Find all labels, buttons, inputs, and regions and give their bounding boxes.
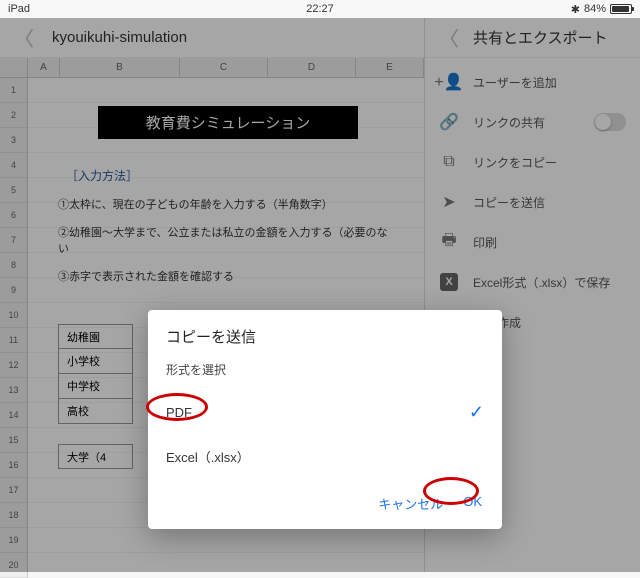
col-header[interactable]: A <box>28 58 60 77</box>
status-device: iPad <box>8 3 216 15</box>
table-cell[interactable]: 高校 <box>58 399 133 424</box>
back-button[interactable]: 〈 <box>12 26 36 50</box>
share-link-toggle[interactable] <box>594 113 626 131</box>
send-copy-dialog: コピーを送信 形式を選択 PDF ✓ Excel（.xlsx） キャンセル OK <box>148 310 502 529</box>
send-icon: ➤ <box>439 192 459 212</box>
option-label: Excel（.xlsx） <box>166 447 250 466</box>
menu-copy-link[interactable]: ⧉ リンクをコピー <box>425 142 640 182</box>
ok-button[interactable]: OK <box>463 494 482 513</box>
link-icon: 🔗 <box>439 112 459 132</box>
col-header[interactable]: B <box>60 58 180 77</box>
row-header[interactable]: 13 <box>0 378 28 403</box>
table-cell[interactable]: 幼稚園 <box>58 324 133 349</box>
row-header[interactable]: 17 <box>0 478 28 503</box>
menu-label: Excel形式（.xlsx）で保存 <box>473 274 610 291</box>
status-time: 22:27 <box>216 3 424 15</box>
col-header[interactable]: C <box>180 58 268 77</box>
row-header[interactable]: 1 <box>0 78 28 103</box>
row-header[interactable]: 6 <box>0 203 28 228</box>
row-header[interactable]: 16 <box>0 453 28 478</box>
row-header[interactable]: 11 <box>0 328 28 353</box>
document-title: kyouikuhi-simulation <box>52 29 187 46</box>
row-header[interactable]: 2 <box>0 103 28 128</box>
instruction-3: ③赤字で表示された金額を確認する <box>58 268 398 284</box>
row-header[interactable]: 9 <box>0 278 28 303</box>
table-cell[interactable]: 小学校 <box>58 349 133 374</box>
title-banner: 教育費シミュレーション <box>98 106 358 139</box>
check-icon: ✓ <box>469 402 484 423</box>
row-header[interactable]: 7 <box>0 228 28 253</box>
dialog-title: コピーを送信 <box>148 310 502 357</box>
row-header[interactable]: 19 <box>0 528 28 553</box>
menu-label: リンクをコピー <box>473 154 557 171</box>
menu-label: ユーザーを追加 <box>473 74 557 91</box>
row-header[interactable]: 12 <box>0 353 28 378</box>
col-header[interactable]: E <box>356 58 424 77</box>
format-option-pdf[interactable]: PDF ✓ <box>148 390 502 435</box>
menu-label: リンクの共有 <box>473 114 545 131</box>
dialog-subtitle: 形式を選択 <box>148 357 502 390</box>
print-icon: 🖶 <box>439 232 459 252</box>
format-option-xlsx[interactable]: Excel（.xlsx） <box>148 435 502 478</box>
table-cell[interactable]: 中学校 <box>58 374 133 399</box>
add-user-icon: +👤 <box>439 72 459 92</box>
row-header[interactable]: 4 <box>0 153 28 178</box>
bluetooth-icon: ✱ <box>571 3 580 16</box>
panel-back-button[interactable]: 〈 <box>437 26 461 50</box>
battery-pct: 84% <box>584 3 606 15</box>
battery-icon <box>610 4 632 14</box>
instruction-2: ②幼稚園～大学まで、公立または私立の金額を入力する（必要のない <box>58 224 398 256</box>
menu-save-xlsx[interactable]: X Excel形式（.xlsx）で保存 <box>425 262 640 302</box>
status-right: ✱ 84% <box>424 3 632 16</box>
status-bar: iPad 22:27 ✱ 84% <box>0 0 640 18</box>
row-header[interactable]: 14 <box>0 403 28 428</box>
menu-send-copy[interactable]: ➤ コピーを送信 <box>425 182 640 222</box>
menu-share-link[interactable]: 🔗 リンクの共有 <box>425 102 640 142</box>
col-header[interactable]: D <box>268 58 356 77</box>
cancel-button[interactable]: キャンセル <box>378 494 443 513</box>
option-label: PDF <box>166 405 192 420</box>
row-header[interactable]: 20 <box>0 553 28 578</box>
menu-print[interactable]: 🖶 印刷 <box>425 222 640 262</box>
toolbar: 〈 kyouikuhi-simulation <box>0 18 424 58</box>
copy-icon: ⧉ <box>439 152 459 172</box>
panel-title: 共有とエクスポート <box>473 27 608 48</box>
menu-add-user[interactable]: +👤 ユーザーを追加 <box>425 62 640 102</box>
row-header[interactable]: 8 <box>0 253 28 278</box>
row-header[interactable]: 10 <box>0 303 28 328</box>
menu-label: コピーを送信 <box>473 194 545 211</box>
column-headers: A B C D E <box>0 58 424 78</box>
section-label: ［入力方法］ <box>66 167 398 184</box>
excel-icon: X <box>439 272 459 292</box>
row-header[interactable]: 3 <box>0 128 28 153</box>
table-cell[interactable]: 大学（4 <box>58 444 133 469</box>
row-header[interactable]: 18 <box>0 503 28 528</box>
instruction-1: ①太枠に、現在の子どもの年齢を入力する（半角数字） <box>58 196 398 212</box>
row-header[interactable]: 15 <box>0 428 28 453</box>
row-header[interactable]: 5 <box>0 178 28 203</box>
menu-label: 印刷 <box>473 234 497 251</box>
